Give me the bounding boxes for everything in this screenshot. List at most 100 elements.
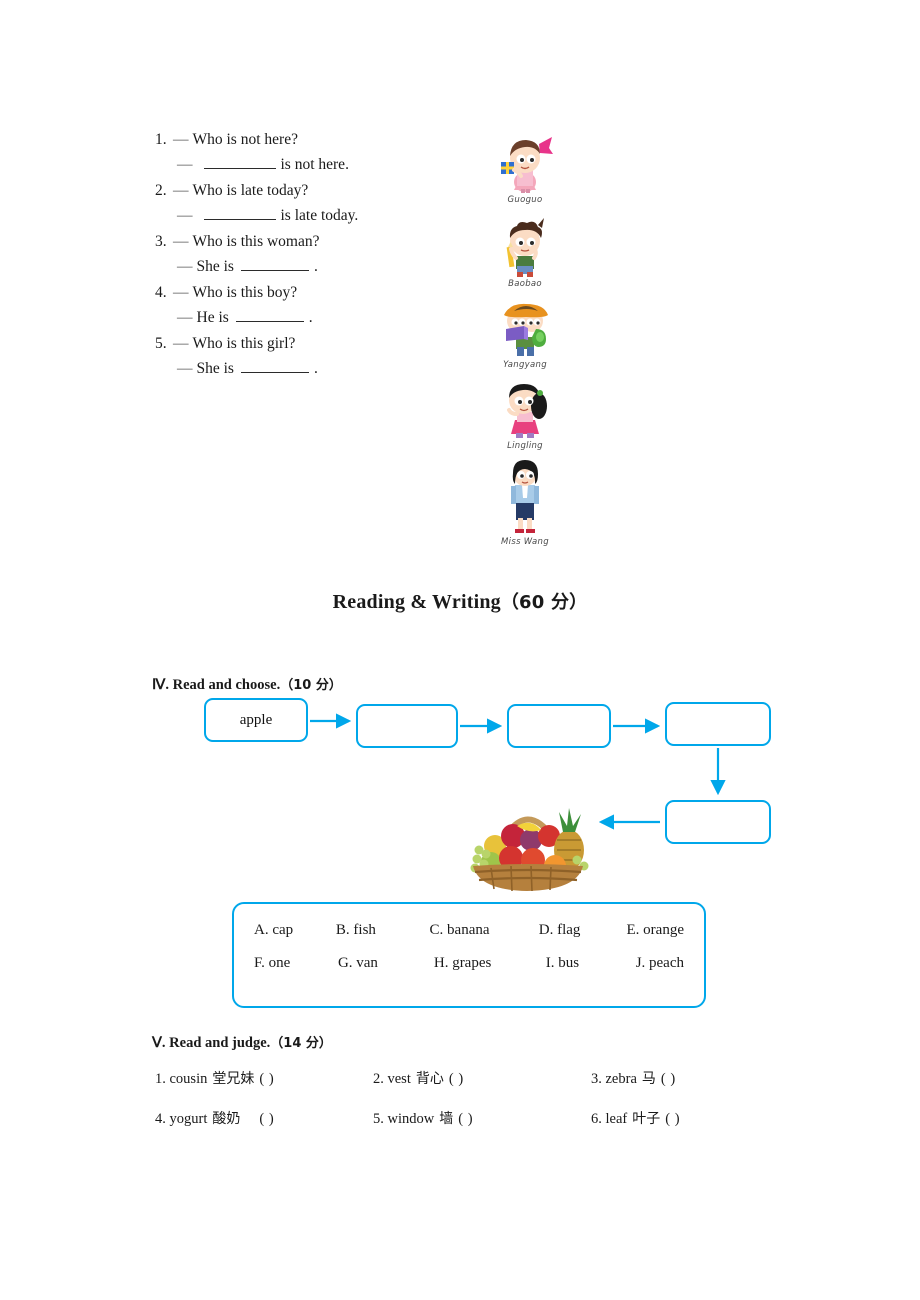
answer-blank[interactable] <box>203 206 276 220</box>
flow-box-3[interactable] <box>507 704 611 748</box>
judge-item-6-word: leaf <box>605 1111 628 1127</box>
yangyang-figure <box>504 303 548 356</box>
judge-item-5-number: 5. <box>373 1111 384 1127</box>
option-f[interactable]: F. one <box>254 955 338 972</box>
question-number: 1. <box>155 131 167 148</box>
fruit-basket-image <box>455 788 600 893</box>
option-e[interactable]: E. orange <box>627 922 684 939</box>
section-heading-title: Reading & Writing <box>332 591 501 613</box>
judge-item-4-number: 4. <box>155 1111 166 1127</box>
judge-item-4: 4. yogurt 酸奶 ( ) <box>155 1108 373 1128</box>
question-text: Who is this girl? <box>192 335 296 352</box>
judge-item-6-number: 6. <box>591 1111 602 1127</box>
option-b[interactable]: B. fish <box>336 922 430 939</box>
answer-lead: She is <box>196 359 234 377</box>
judge-item-1-answer[interactable]: ( ) <box>259 1071 274 1087</box>
flow-box-1[interactable]: apple <box>204 698 308 742</box>
miss-wang-figure <box>511 460 539 533</box>
lingling-figure <box>507 384 547 438</box>
question-number: 2. <box>155 182 167 199</box>
em-dash: — <box>173 182 189 199</box>
question-text: Who is late today? <box>192 182 309 199</box>
judge-item-6-answer[interactable]: ( ) <box>665 1111 680 1127</box>
answer-row: — He is. <box>155 308 485 326</box>
option-i[interactable]: I. bus <box>546 955 636 972</box>
answer-blank[interactable] <box>240 257 309 271</box>
judge-item-3-number: 3. <box>591 1071 602 1087</box>
flow-box-4[interactable] <box>665 702 771 746</box>
em-dash: — <box>177 359 193 377</box>
answer-row: — is late today. <box>155 206 485 224</box>
character-label: Baobao <box>508 279 542 289</box>
question-row: 1. — Who is not here? <box>155 132 485 148</box>
question-text: Who is this woman? <box>192 233 320 250</box>
option-c[interactable]: C. banana <box>430 922 539 939</box>
question-row: 2. — Who is late today? <box>155 183 485 199</box>
judge-item-5-cn: 墙 <box>439 1111 454 1127</box>
answer-blank[interactable] <box>235 308 304 322</box>
em-dash: — <box>173 335 189 352</box>
fruit-basket-figure <box>470 808 589 892</box>
flow-box-2[interactable] <box>356 704 458 748</box>
judge-item-2: 2. vest 背心 ( ) <box>373 1068 591 1088</box>
em-dash: — <box>173 131 189 148</box>
em-dash: — <box>177 155 193 173</box>
option-g[interactable]: G. van <box>338 955 434 972</box>
judge-item-3-cn: 马 <box>641 1071 656 1087</box>
character-lingling: Lingling <box>470 380 580 451</box>
answer-lead: He is <box>196 308 229 326</box>
character-label: Guoguo <box>507 195 543 205</box>
judge-item-list: 1. cousin 堂兄妹 ( ) 2. vest 背心 ( ) 3. zebra 马 ( … <box>155 1068 815 1148</box>
answer-text: . <box>308 308 313 326</box>
answer-row: — is not here. <box>155 155 485 173</box>
options-row-1: A. cap B. fish C. banana D. flag E. oran… <box>254 922 684 939</box>
judge-item-3-answer[interactable]: ( ) <box>661 1071 676 1087</box>
baobao-figure <box>506 218 544 277</box>
section-heading-points: （60 分） <box>500 592 588 613</box>
option-d[interactable]: D. flag <box>539 922 627 939</box>
answer-text: . <box>313 257 318 275</box>
judge-item-6: 6. leaf 叶子 ( ) <box>591 1108 680 1128</box>
question-row: 4. — Who is this boy? <box>155 285 485 301</box>
flow-box-5[interactable] <box>665 800 771 844</box>
question-number: 4. <box>155 284 167 301</box>
em-dash: — <box>173 284 189 301</box>
section-5-label: . Read and judge. <box>161 1035 271 1051</box>
question-row: 5. — Who is this girl? <box>155 336 485 352</box>
judge-item-5-answer[interactable]: ( ) <box>458 1111 473 1127</box>
judge-item-4-answer[interactable]: ( ) <box>259 1111 274 1127</box>
option-a[interactable]: A. cap <box>254 922 336 939</box>
section-5-title: Ⅴ. Read and judge.（14 分） <box>152 1032 332 1052</box>
question-number: 3. <box>155 233 167 250</box>
answer-text: is late today. <box>280 206 359 224</box>
judge-item-2-cn: 背心 <box>415 1071 444 1087</box>
option-h[interactable]: H. grapes <box>434 955 546 972</box>
answer-blank[interactable] <box>240 359 309 373</box>
judge-item-1: 1. cousin 堂兄妹 ( ) <box>155 1068 373 1088</box>
judge-item-4-word: yogurt <box>169 1111 208 1127</box>
em-dash: — <box>177 257 193 275</box>
options-row-2: F. one G. van H. grapes I. bus J. peach <box>254 955 684 972</box>
character-miss-wang: Miss Wang <box>470 458 580 547</box>
judge-item-2-word: vest <box>387 1071 411 1087</box>
judge-item-1-cn: 堂兄妹 <box>212 1071 255 1087</box>
section-5-points: （14 分） <box>270 1036 332 1051</box>
judge-item-5: 5. window 墙 ( ) <box>373 1108 591 1128</box>
option-j[interactable]: J. peach <box>636 955 684 972</box>
judge-row-1: 1. cousin 堂兄妹 ( ) 2. vest 背心 ( ) 3. zebra 马 ( … <box>155 1068 815 1088</box>
character-label: Miss Wang <box>501 537 549 547</box>
judge-item-2-number: 2. <box>373 1071 384 1087</box>
judge-item-4-cn: 酸奶 <box>212 1111 241 1127</box>
judge-item-3-word: zebra <box>605 1071 637 1087</box>
answer-blank[interactable] <box>203 155 276 169</box>
question-text: Who is not here? <box>192 131 298 148</box>
judge-item-3: 3. zebra 马 ( ) <box>591 1068 676 1088</box>
question-number: 5. <box>155 335 167 352</box>
judge-item-2-answer[interactable]: ( ) <box>449 1071 464 1087</box>
judge-row-2: 4. yogurt 酸奶 ( ) 5. window 墙 ( ) 6. leaf 叶子( … <box>155 1108 815 1128</box>
em-dash: — <box>177 308 193 326</box>
answer-options-box: A. cap B. fish C. banana D. flag E. oran… <box>232 902 706 1008</box>
judge-item-5-word: window <box>387 1111 435 1127</box>
flow-box-1-label: apple <box>239 711 273 728</box>
section-heading: Reading & Writing（60 分） <box>0 588 920 614</box>
